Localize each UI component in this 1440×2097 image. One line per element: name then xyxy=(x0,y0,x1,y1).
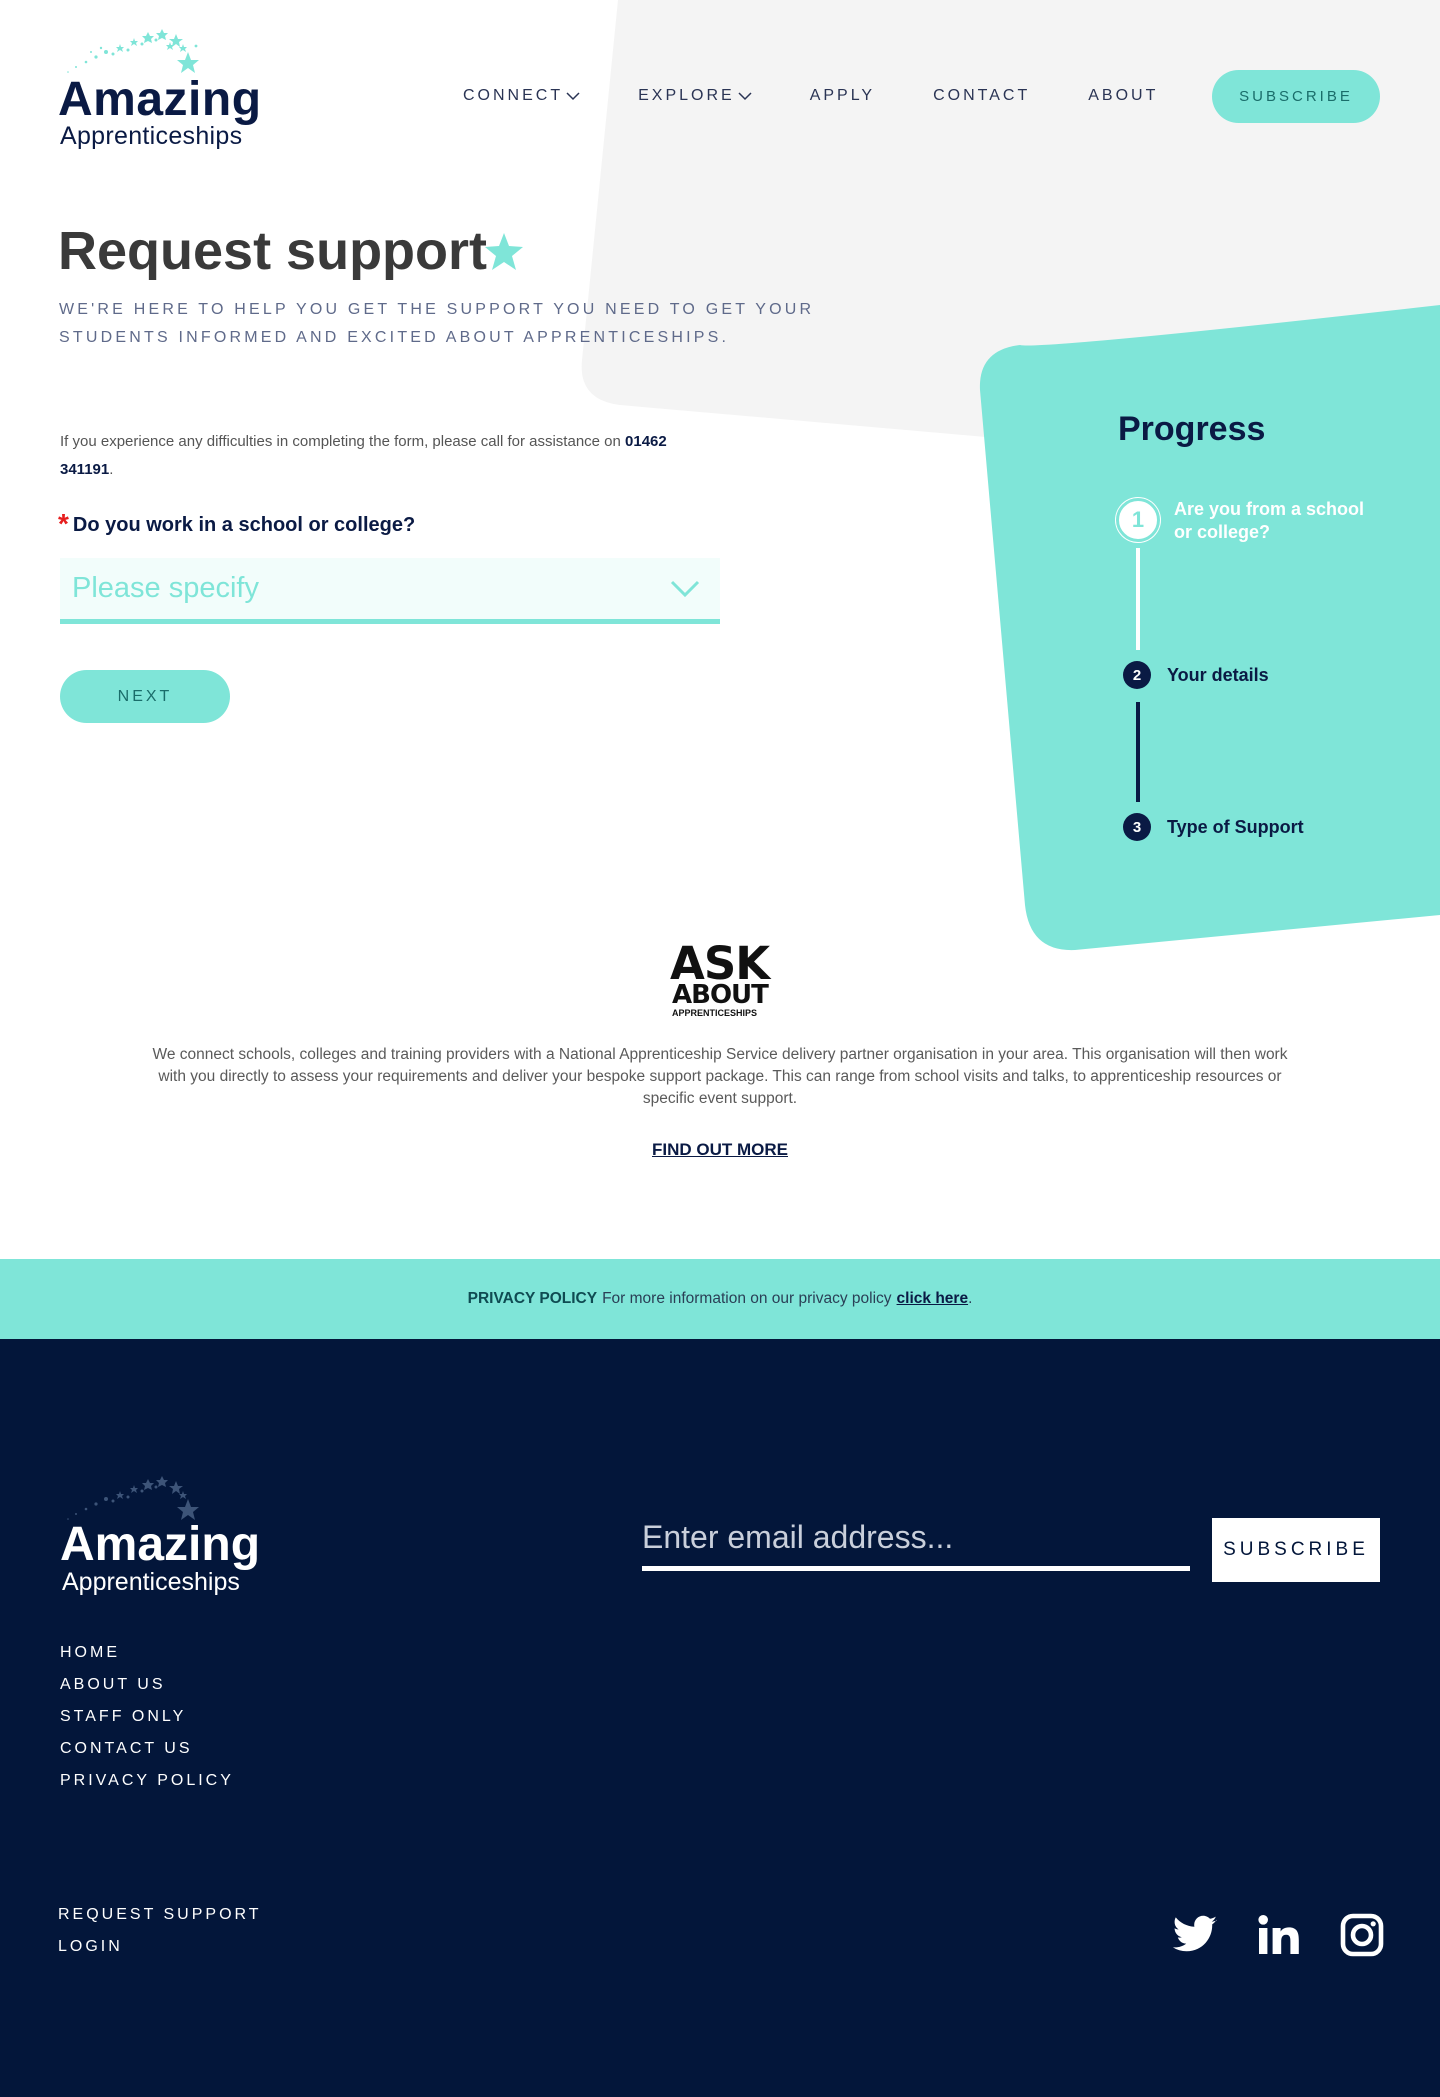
step-number: 1 xyxy=(1116,498,1160,542)
assistance-text: If you experience any difficulties in co… xyxy=(60,428,680,484)
find-out-more-link[interactable]: FIND OUT MORE xyxy=(652,1140,788,1159)
footer: Amazing Apprenticeships HOME ABOUT US ST… xyxy=(0,1339,1440,2097)
nav-item-contact[interactable]: CONTACT xyxy=(933,87,1030,105)
ask-logo-line: APPRENTICESHIPS xyxy=(672,1008,758,1018)
footer-links-secondary: REQUEST SUPPORT LOGIN xyxy=(58,1899,262,1963)
progress-connector xyxy=(1136,548,1140,650)
linkedin-icon[interactable] xyxy=(1254,1911,1304,1959)
ask-logo-line: ABOUT xyxy=(672,980,769,1010)
progress-step-3: 3 Type of Support xyxy=(1116,813,1304,841)
progress-step-1: 1 Are you from a school or college? xyxy=(1116,498,1364,544)
ask-about-description: We connect schools, colleges and trainin… xyxy=(152,1046,1288,1107)
footer-link-about-us[interactable]: ABOUT US xyxy=(60,1669,234,1701)
privacy-heading: PRIVACY POLICY xyxy=(467,1290,598,1307)
assistance-suffix: . xyxy=(109,461,114,478)
brand-logo[interactable]: Amazing Apprenticeships xyxy=(58,24,261,154)
brand-name-secondary: Apprenticeships xyxy=(62,1568,240,1596)
page-subtitle: WE'RE HERE TO HELP YOU GET THE SUPPORT Y… xyxy=(59,301,815,346)
brand-name-primary: Amazing xyxy=(58,73,262,126)
step-number: 2 xyxy=(1123,661,1151,689)
main-nav: CONNECT EXPLORE APPLY CONTACT ABOUT xyxy=(440,70,1216,122)
nav-item-apply[interactable]: APPLY xyxy=(810,87,875,105)
next-button[interactable]: NEXT xyxy=(60,670,230,723)
subscribe-button[interactable]: SUBSCRIBE xyxy=(1212,70,1380,123)
progress-title: Progress xyxy=(1118,410,1266,448)
step-label-line: or college? xyxy=(1174,522,1271,542)
progress-connector xyxy=(1136,702,1140,802)
step-label: Are you from a school or college? xyxy=(1174,498,1364,544)
chevron-down-icon xyxy=(670,580,700,598)
privacy-suffix: . xyxy=(968,1290,973,1307)
chevron-down-icon xyxy=(566,92,580,101)
find-out-more-wrap: FIND OUT MORE xyxy=(0,1140,1440,1160)
step-label: Type of Support xyxy=(1167,817,1304,837)
step-label-line: Are you from a school xyxy=(1174,499,1365,519)
step-number: 3 xyxy=(1123,813,1151,841)
footer-link-login[interactable]: LOGIN xyxy=(58,1931,262,1963)
footer-logo[interactable]: Amazing Apprenticeships xyxy=(58,1471,278,1601)
question-label: Do you work in a school or college? xyxy=(72,514,416,536)
nav-item-connect[interactable]: CONNECT xyxy=(463,87,580,105)
footer-link-contact-us[interactable]: CONTACT US xyxy=(60,1733,234,1765)
brand-name-secondary: Apprenticeships xyxy=(60,122,243,150)
instagram-icon[interactable] xyxy=(1337,1911,1387,1959)
progress-step-2: 2 Your details xyxy=(1116,661,1269,689)
twitter-icon[interactable] xyxy=(1170,1911,1220,1959)
required-marker: * xyxy=(58,508,69,539)
ask-about-logo: ASK ABOUT APPRENTICESHIPS xyxy=(670,941,770,1020)
privacy-text: For more information on our privacy poli… xyxy=(602,1290,892,1307)
footer-links: HOME ABOUT US STAFF ONLY CONTACT US PRIV… xyxy=(60,1637,234,1797)
star-icon xyxy=(485,233,523,270)
footer-link-staff-only[interactable]: STAFF ONLY xyxy=(60,1701,234,1733)
form-question: * Do you work in a school or college? xyxy=(58,508,416,539)
nav-label: CONNECT xyxy=(463,87,564,104)
step-label: Your details xyxy=(1167,665,1269,685)
footer-link-privacy-policy[interactable]: PRIVACY POLICY xyxy=(60,1765,234,1797)
privacy-link[interactable]: click here xyxy=(897,1290,969,1308)
assistance-message: If you experience any difficulties in co… xyxy=(60,433,621,450)
email-field[interactable] xyxy=(642,1509,1190,1571)
page-title: Request support xyxy=(58,221,488,281)
nav-item-about[interactable]: ABOUT xyxy=(1088,87,1158,105)
school-college-select[interactable]: Please specify xyxy=(60,558,720,624)
footer-link-request-support[interactable]: REQUEST SUPPORT xyxy=(58,1899,262,1931)
select-placeholder: Please specify xyxy=(72,572,259,604)
brand-name-primary: Amazing xyxy=(60,1518,261,1571)
footer-subscribe-button[interactable]: SUBSCRIBE xyxy=(1212,1518,1380,1582)
chevron-down-icon xyxy=(738,92,752,101)
nav-label: EXPLORE xyxy=(638,87,735,104)
footer-link-home[interactable]: HOME xyxy=(60,1637,234,1669)
nav-item-explore[interactable]: EXPLORE xyxy=(638,87,752,105)
privacy-banner: PRIVACY POLICY For more information on o… xyxy=(0,1259,1440,1339)
